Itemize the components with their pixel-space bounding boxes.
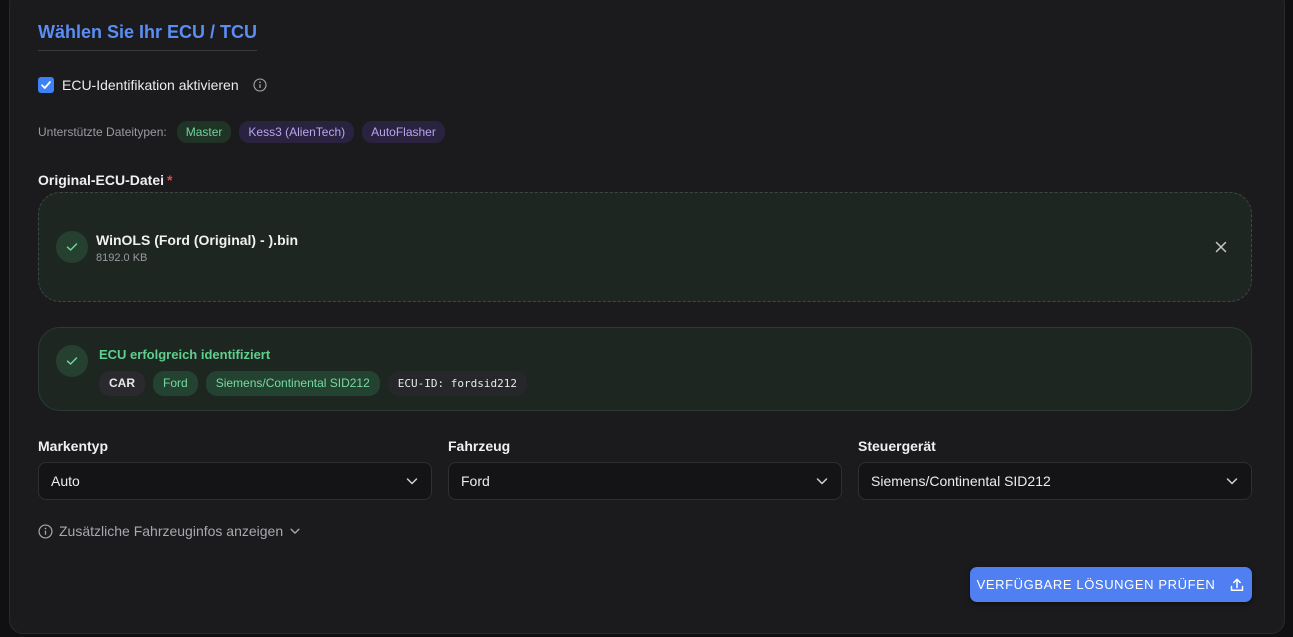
check-solutions-label: VERFÜGBARE LÖSUNGEN PRÜFEN <box>976 577 1216 592</box>
supported-types-label: Unterstützte Dateitypen: <box>38 125 167 139</box>
brand-type-label: Markentyp <box>38 438 109 454</box>
ecu-identification-checkbox[interactable] <box>38 77 54 93</box>
file-success-badge <box>56 231 88 263</box>
check-icon <box>41 81 51 89</box>
more-vehicle-info-toggle[interactable]: Zusätzliche Fahrzeuginfos anzeigen <box>38 523 301 539</box>
close-icon <box>1215 241 1227 253</box>
file-dropzone[interactable]: WinOLS (Ford (Original) - ).bin 8192.0 K… <box>38 192 1252 302</box>
file-section-label: Original-ECU-Datei * <box>38 172 172 188</box>
info-icon <box>38 523 53 539</box>
check-solutions-button[interactable]: VERFÜGBARE LÖSUNGEN PRÜFEN <box>970 567 1252 602</box>
brand-type-value: Auto <box>51 473 80 489</box>
upload-icon <box>1231 578 1244 591</box>
file-size: 8192.0 KB <box>96 252 148 264</box>
vehicle-field: Fahrzeug Ford <box>448 438 842 500</box>
ecu-identification-row: ECU-Identifikation aktivieren <box>38 77 267 93</box>
identification-result: ECU erfolgreich identifiziert CAR Ford S… <box>38 327 1252 411</box>
brand-type-select[interactable]: Auto <box>38 462 432 500</box>
chevron-down-icon <box>290 528 300 534</box>
vehicle-label: Fahrzeug <box>448 438 511 454</box>
ident-tag-ecu-id: ECU-ID: fordsid212 <box>387 371 527 396</box>
file-name: WinOLS (Ford (Original) - ).bin <box>96 232 299 248</box>
check-icon <box>66 243 78 251</box>
control-unit-field: Steuergerät Siemens/Continental SID212 <box>858 438 1252 500</box>
check-icon <box>66 357 78 365</box>
chevron-down-icon <box>1226 478 1238 485</box>
type-tag-autoflasher: AutoFlasher <box>362 121 445 143</box>
required-mark: * <box>167 172 173 188</box>
chevron-down-icon <box>816 478 828 485</box>
page-title: Wählen Sie Ihr ECU / TCU <box>38 22 258 51</box>
identified-success-badge <box>56 345 88 377</box>
info-icon[interactable] <box>253 78 267 92</box>
vehicle-value: Ford <box>461 473 490 489</box>
file-label-text: Original-ECU-Datei <box>38 172 165 188</box>
ecu-identification-label: ECU-Identifikation aktivieren <box>62 77 239 93</box>
more-vehicle-info-label: Zusätzliche Fahrzeuginfos anzeigen <box>59 523 284 539</box>
identification-tags: CAR Ford Siemens/Continental SID212 ECU-… <box>99 371 527 396</box>
ident-tag-brand: Ford <box>153 371 198 396</box>
supported-types-row: Unterstützte Dateitypen: Master Kess3 (A… <box>38 121 445 143</box>
control-unit-value: Siemens/Continental SID212 <box>871 473 1051 489</box>
brand-type-field: Markentyp Auto <box>38 438 432 500</box>
control-unit-select[interactable]: Siemens/Continental SID212 <box>858 462 1252 500</box>
remove-file-button[interactable] <box>1213 239 1229 255</box>
chevron-down-icon <box>406 478 418 485</box>
identification-title: ECU erfolgreich identifiziert <box>99 347 271 362</box>
type-tag-master: Master <box>176 121 232 143</box>
control-unit-label: Steuergerät <box>858 438 936 454</box>
vehicle-select[interactable]: Ford <box>448 462 842 500</box>
ident-tag-ecu: Siemens/Continental SID212 <box>205 371 380 396</box>
ident-tag-category: CAR <box>99 371 145 396</box>
type-tag-kess3: Kess3 (AlienTech) <box>239 121 355 143</box>
